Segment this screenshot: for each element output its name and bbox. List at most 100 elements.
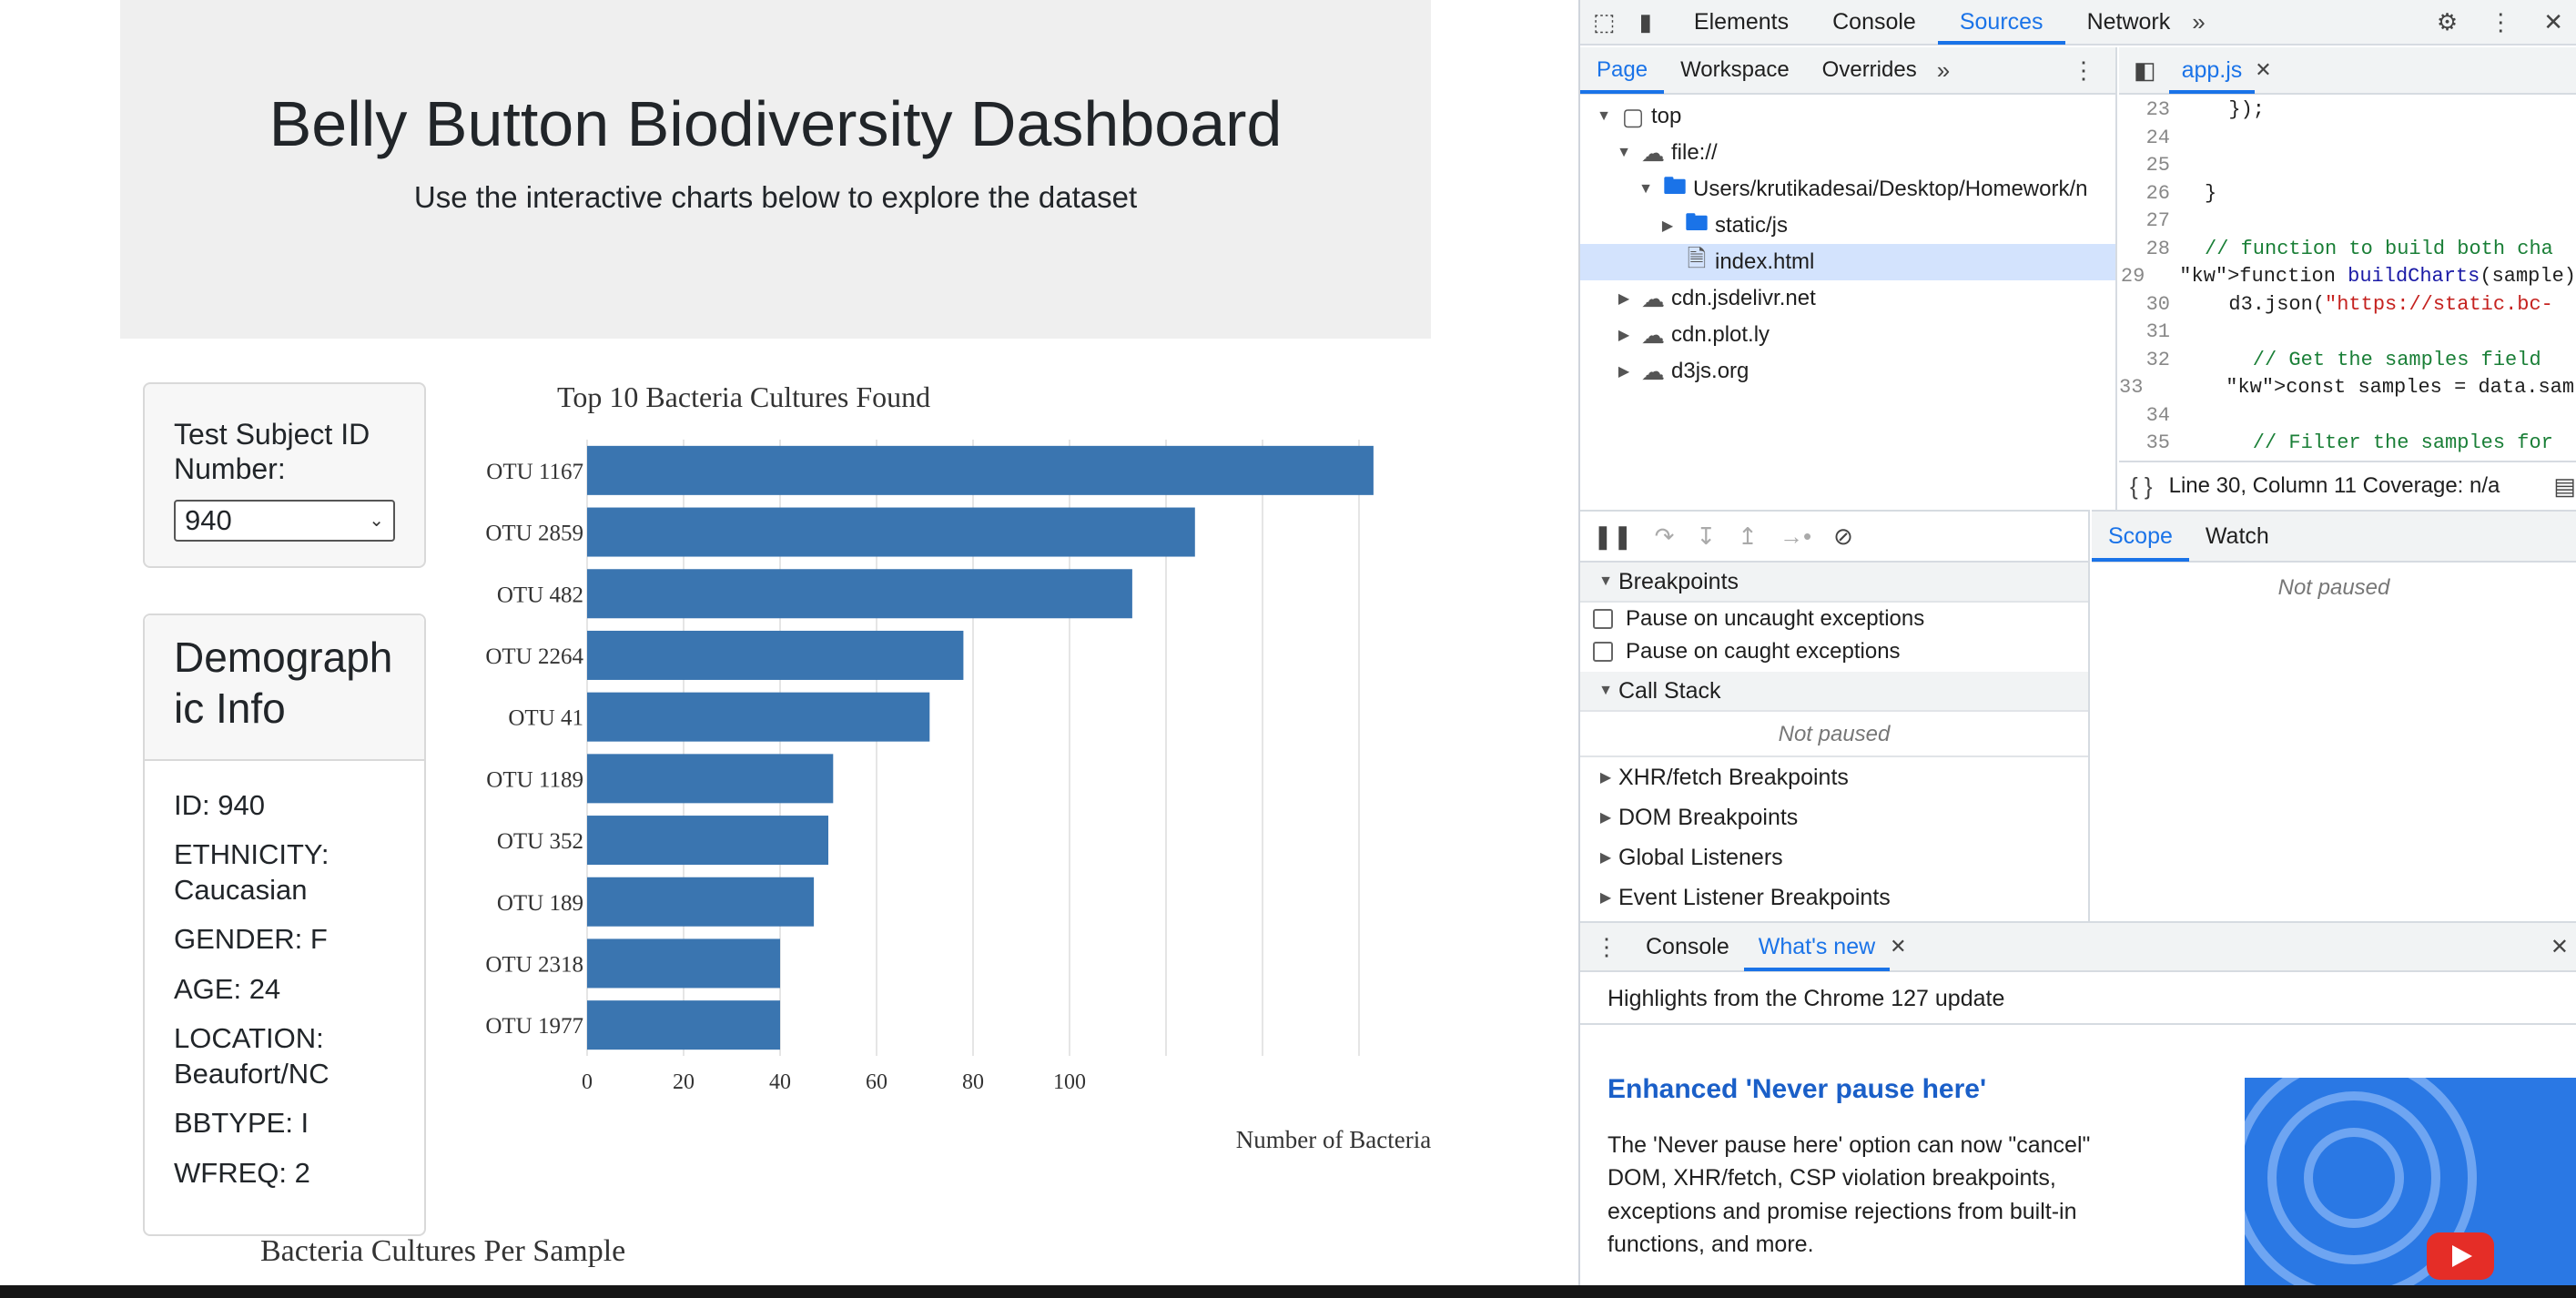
close-tab-icon[interactable]: ✕: [1890, 935, 1906, 958]
step-into-icon[interactable]: ↧: [1696, 522, 1716, 551]
device-toolbar-icon[interactable]: ▮: [1639, 8, 1652, 36]
line-number[interactable]: 25: [2119, 152, 2170, 180]
bar-otu-2318[interactable]: [587, 938, 780, 989]
code-line[interactable]: 23 });: [2119, 96, 2576, 125]
cloud-icon: ☁: [1641, 284, 1665, 312]
line-number[interactable]: 26: [2119, 180, 2170, 208]
line-number[interactable]: 30: [2119, 291, 2170, 319]
tab-console[interactable]: Console: [1810, 0, 1938, 45]
bar-otu-1189[interactable]: [587, 754, 834, 804]
line-number[interactable]: 34: [2119, 402, 2170, 431]
line-number[interactable]: 23: [2119, 96, 2170, 125]
step-out-icon[interactable]: ↥: [1738, 522, 1758, 551]
line-number[interactable]: 32: [2119, 347, 2170, 375]
call-stack-section-header[interactable]: ▼ Call Stack: [1580, 672, 2088, 712]
bar-otu-482[interactable]: [587, 569, 1132, 619]
close-drawer-icon[interactable]: ✕: [2551, 934, 2569, 960]
inspect-element-icon[interactable]: ⬚: [1593, 8, 1616, 36]
tab-scope[interactable]: Scope: [2092, 511, 2189, 562]
code-line[interactable]: 31: [2119, 319, 2576, 347]
xhr-breakpoints-section[interactable]: ▶ XHR/fetch Breakpoints: [1580, 757, 2088, 797]
pause-icon[interactable]: ❚❚: [1593, 522, 1633, 551]
line-number[interactable]: 35: [2119, 430, 2170, 458]
bar-otu-2264[interactable]: [587, 630, 964, 680]
code-editor-pane: ◧ app.js ✕ 23 }); 24 25 26} 27 28// function …: [2119, 47, 2576, 510]
tab-network[interactable]: Network: [2065, 0, 2193, 45]
line-number[interactable]: 29: [2119, 263, 2145, 291]
bar-otu-1167[interactable]: [587, 445, 1374, 495]
drawer-menu-icon[interactable]: ⋮: [1580, 933, 1631, 961]
line-number[interactable]: 33: [2119, 374, 2143, 402]
dom-breakpoints-section[interactable]: ▶ DOM Breakpoints: [1580, 797, 2088, 837]
code-line[interactable]: 34: [2119, 402, 2576, 431]
cursor-position-status: Line 30, Column 11 Coverage: n/a: [2168, 473, 2500, 498]
step-over-icon[interactable]: ↷: [1655, 522, 1675, 551]
line-number[interactable]: 27: [2119, 208, 2170, 236]
editor-tab-app-js[interactable]: app.js: [2168, 46, 2256, 94]
code-line[interactable]: 28 // function to build both cha: [2119, 236, 2576, 264]
line-number[interactable]: 24: [2119, 125, 2170, 153]
tree-item-d3js[interactable]: ▶ ☁ d3js.org: [1580, 353, 2115, 390]
code-view[interactable]: 23 }); 24 25 26} 27 28// function to build bo…: [2119, 96, 2576, 461]
drawer-tab-console[interactable]: Console: [1631, 922, 1744, 971]
more-nav-tabs-icon[interactable]: »: [1937, 56, 1950, 85]
code-line[interactable]: 25: [2119, 152, 2576, 180]
line-number[interactable]: 28: [2119, 236, 2170, 264]
breakpoints-section-header[interactable]: ▼ Breakpoints: [1580, 563, 2088, 603]
bar-otu-1977[interactable]: [587, 1000, 780, 1050]
code-line[interactable]: 32 // Get the samples field: [2119, 347, 2576, 375]
bar-otu-2859[interactable]: [587, 507, 1195, 557]
code-line[interactable]: 24: [2119, 125, 2576, 153]
close-devtools-icon[interactable]: ✕: [2543, 8, 2563, 36]
code-line[interactable]: 30 d3.json("https://static.bc-: [2119, 291, 2576, 319]
close-tab-icon[interactable]: ✕: [2255, 58, 2271, 82]
bar-otu-189[interactable]: [587, 877, 815, 927]
tab-watch[interactable]: Watch: [2189, 511, 2286, 562]
tree-item-folder-path[interactable]: ▼ 🖿 Users/krutikadesai/Desktop/Homework/…: [1580, 171, 2115, 208]
kebab-menu-icon[interactable]: ⋮: [2489, 8, 2512, 36]
code-line[interactable]: 35 // Filter the samples for: [2119, 430, 2576, 458]
tab-page[interactable]: Page: [1580, 46, 1665, 94]
tab-overrides[interactable]: Overrides: [1806, 46, 1933, 94]
tab-sources[interactable]: Sources: [1937, 0, 2065, 45]
code-line[interactable]: 29 "kw">function buildCharts(sample): [2119, 263, 2576, 291]
tab-elements[interactable]: Elements: [1672, 0, 1810, 45]
line-number[interactable]: 31: [2119, 319, 2170, 347]
code-line[interactable]: 26}: [2119, 180, 2576, 208]
drawer-tab-whats-new[interactable]: What's new: [1743, 922, 1891, 971]
y-tick-label: OTU 2318: [485, 952, 583, 977]
more-tabs-icon[interactable]: »: [2192, 8, 2205, 36]
tree-item-cdn-jsdelivr[interactable]: ▶ ☁ cdn.jsdelivr.net: [1580, 280, 2115, 317]
code-line[interactable]: 27: [2119, 208, 2576, 236]
bar-otu-41[interactable]: [587, 692, 930, 742]
file-icon: 🗎: [1687, 245, 1707, 272]
bar-otu-352[interactable]: [587, 816, 828, 866]
pause-caught-checkbox[interactable]: Pause on caught exceptions: [1580, 635, 2088, 668]
youtube-play-icon[interactable]: [2427, 1232, 2494, 1280]
global-listeners-section[interactable]: ▶ Global Listeners: [1580, 837, 2088, 877]
tree-item-file[interactable]: ▼ ☁ file://: [1580, 135, 2115, 171]
tree-item-index-html[interactable]: 🗎 index.html: [1580, 244, 2115, 280]
toggle-navigator-icon[interactable]: ◧: [2119, 56, 2169, 85]
event-listener-breakpoints-section[interactable]: ▶ Event Listener Breakpoints: [1580, 877, 2088, 918]
navigator-menu-icon[interactable]: ⋮: [2072, 56, 2095, 85]
subject-id-select[interactable]: 940 ⌄: [174, 499, 395, 542]
top-ten-bar-chart[interactable]: Top 10 Bacteria Cultures Found OTU 1167O…: [464, 371, 1578, 1172]
frame-icon: ▢: [1621, 102, 1645, 130]
settings-gear-icon[interactable]: ⚙: [2437, 8, 2458, 36]
feature-title[interactable]: Enhanced 'Never pause here': [1607, 1074, 2117, 1105]
code-line[interactable]: 33 "kw">const samples = data.samp: [2119, 374, 2576, 402]
deactivate-breakpoints-icon[interactable]: ⊘: [1833, 522, 1853, 551]
tree-item-cdn-plotly[interactable]: ▶ ☁ cdn.plot.ly: [1580, 317, 2115, 353]
tree-item-static-js[interactable]: ▶ 🖿 static/js: [1580, 208, 2115, 244]
checkbox-label: Pause on caught exceptions: [1626, 639, 1901, 664]
pretty-print-icon[interactable]: { }: [2130, 472, 2153, 501]
video-thumbnail[interactable]: [2245, 1078, 2576, 1285]
tree-item-top[interactable]: ▼ ▢ top: [1580, 98, 2115, 135]
step-icon[interactable]: →•: [1780, 522, 1811, 551]
coverage-icon[interactable]: ▤: [2553, 472, 2576, 501]
pause-uncaught-checkbox[interactable]: Pause on uncaught exceptions: [1580, 603, 2088, 635]
collapsed-triangle-icon: ▶: [1618, 291, 1630, 307]
section-title: DOM Breakpoints: [1618, 804, 1799, 830]
tab-workspace[interactable]: Workspace: [1664, 46, 1806, 94]
